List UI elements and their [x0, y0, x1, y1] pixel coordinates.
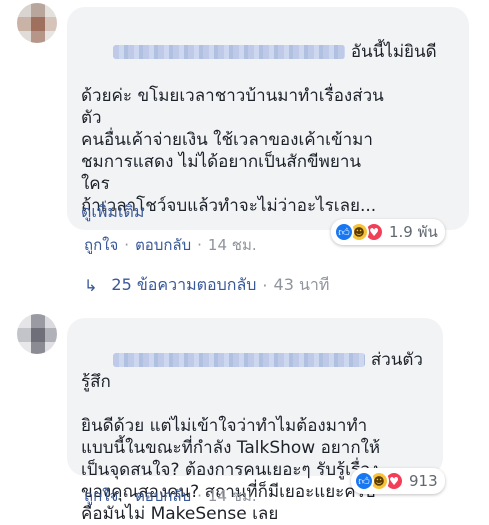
- comment-actions: ถูกใจ · ตอบกลับ · 14 ชม.: [84, 233, 257, 257]
- reply-link[interactable]: ตอบกลับ: [135, 484, 191, 508]
- comment-timestamp[interactable]: 14 ชม.: [208, 233, 257, 257]
- comment-text: อันนี้ไม่ยินดี: [81, 19, 455, 85]
- like-link[interactable]: ถูกใจ: [84, 484, 118, 508]
- comment-timestamp[interactable]: 14 ชม.: [208, 484, 257, 508]
- reaction-count: 913: [409, 472, 438, 490]
- thumbs-up-icon: 👍︎: [334, 222, 354, 242]
- avatar[interactable]: [17, 3, 57, 43]
- comment-actions: ถูกใจ · ตอบกลับ · 14 ชม.: [84, 484, 257, 508]
- separator-dot: ·: [124, 236, 130, 254]
- separator-dot: ·: [124, 487, 130, 505]
- separator-dot: ·: [197, 236, 202, 254]
- author-name-blurred[interactable]: [113, 45, 346, 59]
- thumbs-up-icon: 👍︎: [354, 471, 374, 491]
- like-link[interactable]: ถูกใจ: [84, 233, 118, 257]
- separator-dot: ·: [262, 276, 268, 295]
- reply-arrow-icon: ↳: [84, 276, 98, 295]
- comment-text: ส่วนตัวรู้สึก: [81, 350, 423, 392]
- replies-timestamp: 43 นาที: [273, 275, 330, 294]
- author-name-blurred[interactable]: [113, 353, 366, 367]
- view-replies[interactable]: ↳ 25 ข้อความตอบกลับ · 43 นาที: [84, 273, 329, 298]
- comment-bubble: อันนี้ไม่ยินดี ด้วยค่ะ ขโมยเวลาชาวบ้านมา…: [67, 7, 469, 230]
- see-more-link[interactable]: ดูเพิ่มเติม: [81, 200, 144, 225]
- avatar[interactable]: [17, 314, 57, 354]
- reply-link[interactable]: ตอบกลับ: [135, 233, 191, 257]
- reaction-summary[interactable]: 👍︎ ☻ ♥ 913: [351, 468, 445, 494]
- reaction-summary[interactable]: 👍︎ ☻ ♥ 1.9 พัน: [331, 219, 445, 245]
- comment-bubble: ส่วนตัวรู้สึก ยินดีด้วย แต่ไม่เข้าใจว่าท…: [67, 318, 443, 524]
- separator-dot: ·: [197, 487, 202, 505]
- reaction-count: 1.9 พัน: [389, 223, 438, 241]
- comment-text-body: ด้วยค่ะ ขโมยเวลาชาวบ้านมาทำเรื่องส่วน ตั…: [81, 86, 384, 216]
- replies-count-link[interactable]: 25 ข้อความตอบกลับ: [111, 273, 256, 298]
